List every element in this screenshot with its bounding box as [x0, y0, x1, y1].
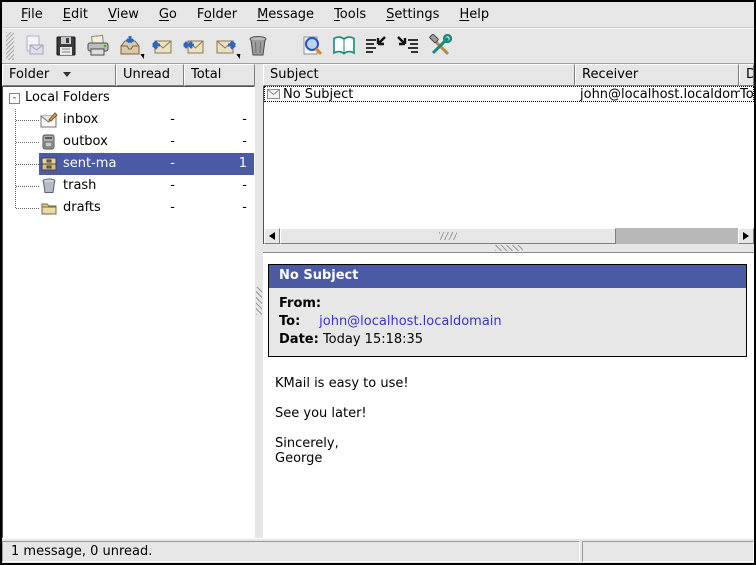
message-envelope-icon: [267, 89, 280, 99]
folder-row-inbox[interactable]: inbox - -: [3, 109, 254, 131]
kmail-window: File Edit View Go Folder Message Tools S…: [0, 0, 756, 565]
status-bar: 1 message, 0 unread.: [2, 538, 754, 563]
trash-button[interactable]: [244, 32, 272, 60]
menu-settings[interactable]: Settings: [377, 4, 448, 25]
trash-icon: [246, 34, 270, 58]
message-list-headers: Subject Receiver Date: [263, 64, 754, 86]
scroll-right-button[interactable]: [738, 228, 754, 244]
address-book-icon: [332, 34, 356, 58]
folder-tree: - Local Folders inbox - - outbox - - sen…: [2, 86, 255, 538]
tree-collapse-icon[interactable]: -: [9, 93, 20, 104]
new-message-button[interactable]: [20, 32, 48, 60]
status-message: 1 message, 0 unread.: [2, 541, 580, 562]
folder-row-trash[interactable]: trash - -: [3, 175, 254, 197]
scrollbar-track[interactable]: [616, 228, 738, 244]
new-message-icon: [22, 34, 46, 58]
reply-button[interactable]: [148, 32, 176, 60]
reply-icon: [150, 34, 174, 58]
preview-subject-bar: No Subject: [269, 265, 746, 288]
check-mail-icon: [118, 34, 142, 58]
column-header-total[interactable]: Total: [184, 64, 255, 86]
folder-column-headers: Folder Unread Total: [2, 64, 255, 86]
column-header-folder[interactable]: Folder: [2, 64, 116, 86]
message-date: Today 15:18:35: [740, 87, 754, 102]
reply-all-icon: [182, 34, 206, 58]
scroll-left-icon: [269, 232, 275, 240]
configure-icon: [428, 34, 452, 58]
next-unread-message-button[interactable]: [394, 32, 422, 60]
status-extra-panel: [582, 541, 754, 562]
menu-edit[interactable]: Edit: [54, 4, 97, 25]
message-list: No Subject john@localhost.localdomain To…: [263, 86, 754, 228]
menu-bar: File Edit View Go Folder Message Tools S…: [2, 2, 754, 28]
next-unread-message-icon: [396, 34, 420, 58]
from-row: From:: [269, 295, 746, 313]
outbox-icon: [40, 133, 58, 151]
prev-unread-message-button[interactable]: [362, 32, 390, 60]
message-header-box: No Subject From: To: john@localhost.loca…: [268, 264, 747, 357]
inbox-icon: [40, 111, 58, 129]
folder-row-sent-ma[interactable]: sent-ma - 1: [3, 153, 254, 175]
find-messages-icon: [300, 34, 324, 58]
menu-folder[interactable]: Folder: [188, 4, 246, 25]
menu-file[interactable]: File: [12, 4, 52, 25]
folder-row-drafts[interactable]: drafts - -: [3, 197, 254, 219]
find-messages-button[interactable]: [298, 32, 326, 60]
folder-row-local-folders[interactable]: - Local Folders: [3, 87, 254, 109]
menu-message[interactable]: Message: [248, 4, 323, 25]
sent-folder-icon: [40, 155, 58, 173]
to-address-link[interactable]: john@localhost.localdomain: [319, 314, 502, 329]
toolbar-handle[interactable]: [6, 32, 14, 60]
menu-view[interactable]: View: [99, 4, 148, 25]
print-button[interactable]: [84, 32, 112, 60]
message-receiver: john@localhost.localdomain: [576, 87, 740, 102]
message-preview-pane: No Subject From: To: john@localhost.loca…: [263, 252, 754, 538]
horizontal-splitter[interactable]: [263, 244, 754, 252]
reply-all-button[interactable]: [180, 32, 208, 60]
from-label: From:: [279, 295, 321, 313]
forward-icon: [214, 34, 238, 58]
address-book-button[interactable]: [330, 32, 358, 60]
sort-arrow-icon: [63, 72, 71, 77]
column-header-subject[interactable]: Subject: [263, 64, 575, 86]
column-header-unread[interactable]: Unread: [116, 64, 184, 86]
menu-help[interactable]: Help: [450, 4, 498, 25]
column-header-receiver[interactable]: Receiver: [575, 64, 739, 86]
forward-button[interactable]: [212, 32, 240, 60]
to-label: To:: [279, 313, 315, 331]
folder-panel: Folder Unread Total - Local Folders inbo…: [2, 64, 255, 538]
print-icon: [86, 34, 110, 58]
scrollbar-thumb[interactable]: [280, 228, 616, 244]
column-header-date[interactable]: Date: [739, 64, 754, 86]
date-row: Date: Today 15:18:35: [269, 331, 746, 349]
date-value: Today 15:18:35: [323, 332, 423, 347]
message-area: Subject Receiver Date No Subject john@lo…: [263, 64, 754, 538]
drafts-folder-icon: [40, 199, 58, 217]
scroll-right-icon: [743, 232, 749, 240]
save-button[interactable]: [52, 32, 80, 60]
date-label: Date:: [279, 331, 319, 349]
check-mail-button[interactable]: [116, 32, 144, 60]
folder-row-outbox[interactable]: outbox - -: [3, 131, 254, 153]
vertical-splitter[interactable]: [255, 64, 263, 538]
message-body: KMail is easy to use! See you later! Sin…: [275, 376, 754, 466]
prev-unread-message-icon: [364, 34, 388, 58]
message-subject: No Subject: [283, 87, 353, 102]
scroll-left-button[interactable]: [264, 228, 280, 244]
main-toolbar: [2, 28, 754, 64]
message-list-hscrollbar: [263, 228, 754, 244]
save-icon: [54, 34, 78, 58]
menu-go[interactable]: Go: [150, 4, 186, 25]
to-row: To: john@localhost.localdomain: [269, 313, 746, 331]
configure-button[interactable]: [426, 32, 454, 60]
menu-tools[interactable]: Tools: [325, 4, 375, 25]
trash-folder-icon: [40, 177, 58, 195]
message-row[interactable]: No Subject john@localhost.localdomain To…: [264, 86, 754, 102]
